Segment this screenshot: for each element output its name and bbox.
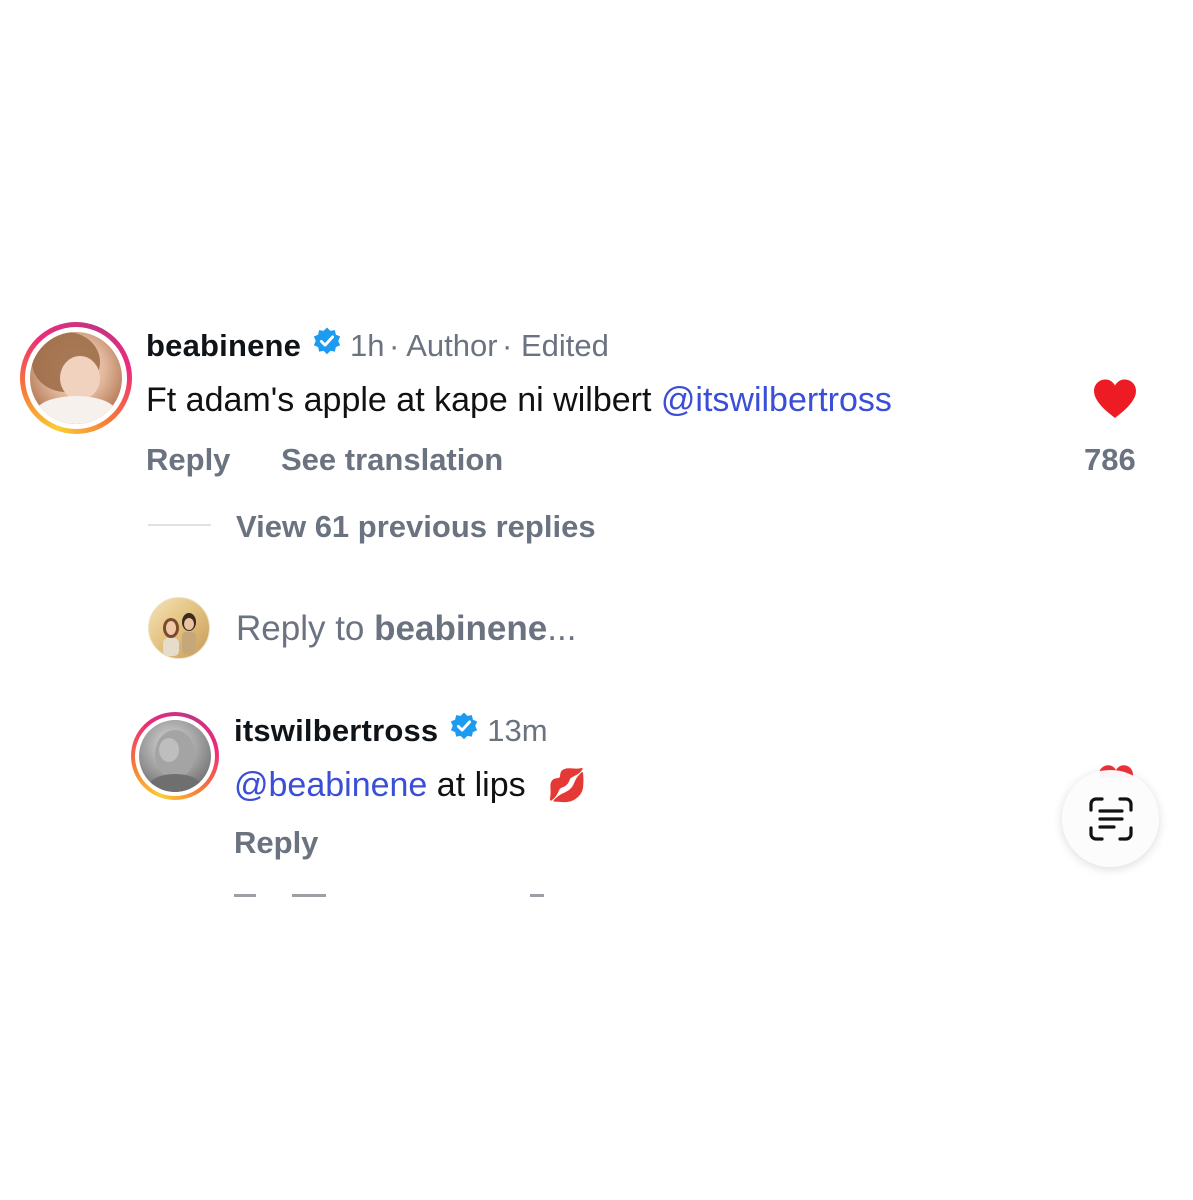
reply-input-prefix: Reply to bbox=[236, 609, 365, 648]
avatar bbox=[139, 720, 211, 792]
avatar-ring[interactable] bbox=[20, 322, 132, 434]
reply-username[interactable]: itswilbertross bbox=[234, 713, 438, 748]
my-avatar bbox=[148, 597, 210, 659]
comment-text: Ft adam's apple at kape ni wilbert @itsw… bbox=[146, 378, 892, 422]
reply-time: 13m bbox=[487, 713, 548, 748]
comment-time: 1h bbox=[350, 328, 385, 363]
reply-body: at lips bbox=[436, 766, 526, 804]
reply-input-placeholder[interactable]: Reply to beabinene... bbox=[236, 607, 576, 651]
reply-input-suffix: ... bbox=[547, 609, 577, 648]
text-scan-icon bbox=[1088, 796, 1134, 842]
author-tag: Author bbox=[406, 328, 498, 363]
reply-input-username: beabinene bbox=[374, 609, 548, 648]
reply-text: @beabinene at lips 💋 bbox=[234, 763, 587, 807]
view-replies-divider bbox=[148, 524, 211, 526]
meta-separator: · bbox=[388, 328, 407, 363]
comment-header: beabinene 1h · Author · Edited bbox=[146, 326, 609, 366]
lips-emoji: 💋 bbox=[547, 767, 587, 803]
meta-separator: · bbox=[502, 328, 521, 363]
comment-item: beabinene 1h · Author · Edited Ft adam's… bbox=[0, 300, 1193, 500]
like-count: 786 bbox=[1084, 442, 1136, 477]
reply-item: itswilbertross 13m @beabinene at lips 💋 … bbox=[0, 700, 1193, 900]
see-translation-button[interactable]: See translation bbox=[281, 440, 503, 480]
mention-link[interactable]: @beabinene bbox=[234, 766, 427, 804]
reply-input-row[interactable]: Reply to beabinene... bbox=[148, 597, 848, 659]
avatar bbox=[30, 332, 122, 424]
edited-tag: Edited bbox=[520, 328, 609, 363]
verified-badge-icon bbox=[312, 326, 342, 372]
view-previous-replies-button[interactable]: View 61 previous replies bbox=[236, 507, 596, 547]
clipped-row-fragment bbox=[234, 894, 554, 900]
verified-badge-icon bbox=[449, 711, 479, 757]
comment-username[interactable]: beabinene bbox=[146, 328, 301, 363]
heart-icon[interactable] bbox=[1092, 378, 1138, 420]
comment-body: Ft adam's apple at kape ni wilbert bbox=[146, 381, 652, 419]
reply-button[interactable]: Reply bbox=[146, 440, 230, 480]
mention-link[interactable]: @itswilbertross bbox=[661, 381, 892, 419]
avatar-ring[interactable] bbox=[131, 712, 219, 800]
reply-header: itswilbertross 13m bbox=[234, 711, 548, 751]
reply-button[interactable]: Reply bbox=[234, 823, 318, 863]
text-scan-button[interactable] bbox=[1062, 770, 1159, 867]
